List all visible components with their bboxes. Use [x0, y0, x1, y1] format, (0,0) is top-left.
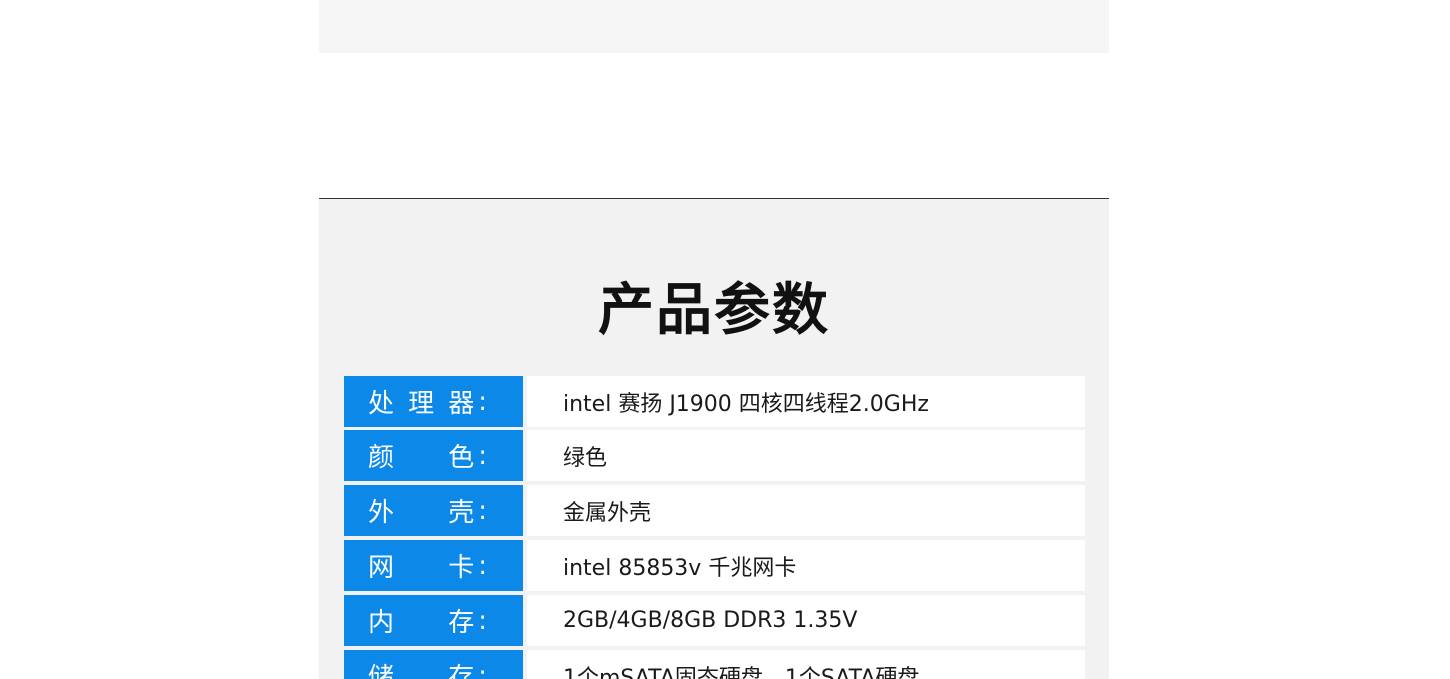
- label-char: 器: [448, 389, 475, 419]
- spec-value: intel 赛扬 J1900 四核四线程2.0GHz: [527, 376, 1085, 427]
- spec-label: 颜 色 :: [344, 430, 523, 481]
- label-char: 存: [448, 608, 475, 638]
- spec-row-memory: 内 存 : 2GB/4GB/8GB DDR3 1.35V: [344, 595, 1085, 646]
- spec-value: 2GB/4GB/8GB DDR3 1.35V: [527, 595, 1085, 646]
- spec-value: 绿色: [527, 430, 1085, 481]
- label-colon: :: [478, 386, 487, 417]
- spec-value: intel 85853v 千兆网卡: [527, 540, 1085, 591]
- spec-table: 处 理 器 : intel 赛扬 J1900 四核四线程2.0GHz 颜 色 :…: [344, 376, 1085, 679]
- spec-row-case: 外 壳 : 金属外壳: [344, 485, 1085, 536]
- label-char: 色: [448, 443, 475, 473]
- label-colon: :: [478, 440, 487, 471]
- label-colon: :: [478, 605, 487, 636]
- label-char: 理: [408, 389, 435, 419]
- spec-value: 1个mSATA固态硬盘，1个SATA硬盘: [527, 650, 1085, 679]
- spec-panel: 产品参数 处 理 器 : intel 赛扬 J1900 四核四线程2.0GHz …: [319, 199, 1109, 679]
- spec-label: 内 存 :: [344, 595, 523, 646]
- label-char: 壳: [448, 498, 475, 528]
- top-panel: [319, 0, 1109, 53]
- label-colon: :: [478, 495, 487, 526]
- label-char: 颜: [368, 443, 395, 473]
- spec-label: 储 存 :: [344, 650, 523, 679]
- label-colon: :: [478, 550, 487, 581]
- label-char: 网: [368, 553, 395, 583]
- spec-row-storage: 储 存 : 1个mSATA固态硬盘，1个SATA硬盘: [344, 650, 1085, 679]
- label-char: 处: [368, 389, 395, 419]
- label-colon: :: [478, 660, 487, 679]
- label-char: 内: [368, 608, 395, 638]
- spec-row-color: 颜 色 : 绿色: [344, 430, 1085, 481]
- spec-row-processor: 处 理 器 : intel 赛扬 J1900 四核四线程2.0GHz: [344, 376, 1085, 427]
- spec-label: 外 壳 :: [344, 485, 523, 536]
- label-char: 卡: [448, 553, 475, 583]
- spec-label: 处 理 器 :: [344, 376, 523, 427]
- spec-title: 产品参数: [598, 278, 830, 343]
- label-char: 外: [368, 498, 395, 528]
- label-char: 存: [448, 663, 475, 679]
- spec-value: 金属外壳: [527, 485, 1085, 536]
- spec-row-network: 网 卡 : intel 85853v 千兆网卡: [344, 540, 1085, 591]
- label-char: 储: [368, 663, 395, 679]
- spec-label: 网 卡 :: [344, 540, 523, 591]
